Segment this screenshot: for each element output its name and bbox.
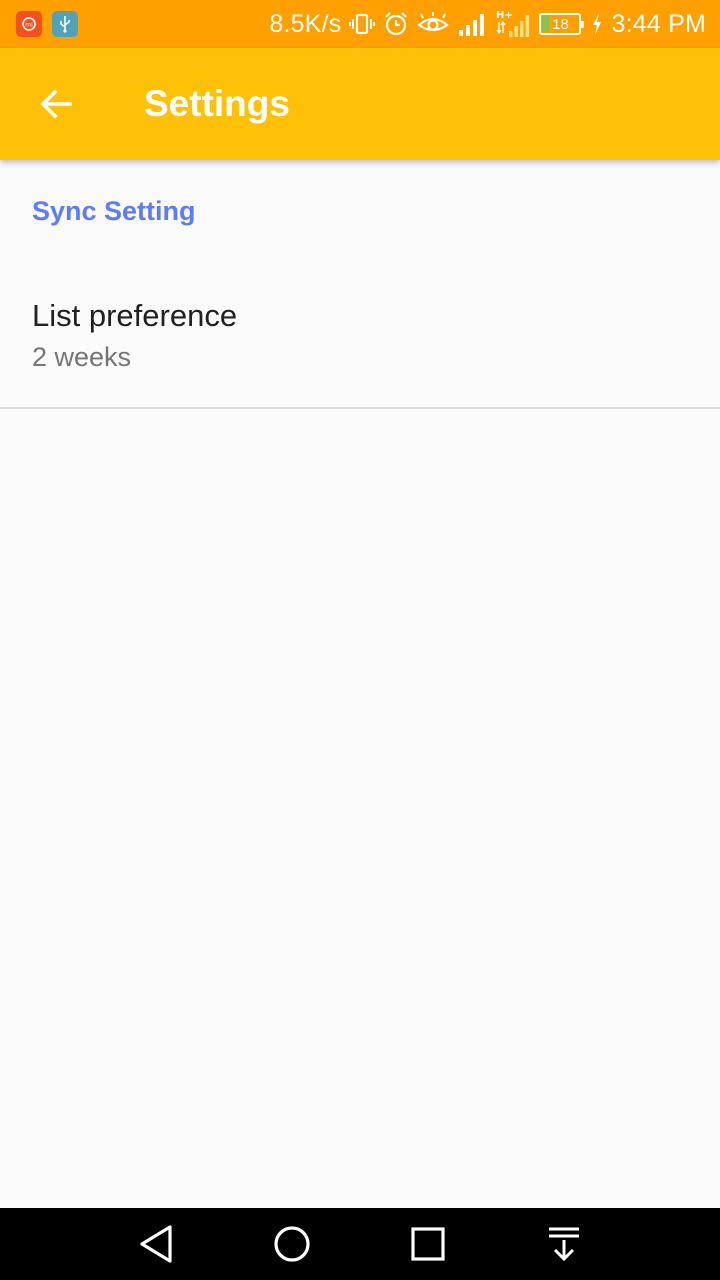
vibrate-icon bbox=[349, 11, 376, 37]
back-triangle-icon bbox=[140, 1225, 172, 1263]
alarm-icon bbox=[383, 11, 409, 37]
page-title: Settings bbox=[144, 83, 290, 124]
nav-notification-button[interactable] bbox=[524, 1208, 604, 1280]
battery-icon: 18 bbox=[539, 13, 585, 35]
nav-back-button[interactable] bbox=[116, 1208, 196, 1280]
preference-title: List preference bbox=[32, 298, 238, 333]
battery-level: 18 bbox=[552, 15, 569, 33]
home-circle-icon bbox=[274, 1226, 310, 1262]
charging-icon bbox=[591, 12, 603, 36]
mi-app-icon: mi bbox=[16, 11, 42, 37]
app-bar: Settings bbox=[0, 48, 720, 160]
network-type-text: H+ bbox=[496, 10, 513, 21]
battery-fill bbox=[542, 16, 550, 32]
divider bbox=[0, 407, 720, 409]
nav-home-button[interactable] bbox=[252, 1208, 332, 1280]
notification-pull-icon bbox=[549, 1227, 579, 1262]
preference-summary: 2 weeks bbox=[32, 342, 132, 372]
svg-text:mi: mi bbox=[25, 22, 33, 29]
nav-recents-button[interactable] bbox=[388, 1208, 468, 1280]
status-bar-left: mi bbox=[16, 11, 78, 37]
category-title-sync: Sync Setting bbox=[32, 196, 196, 226]
recents-square-icon bbox=[411, 1227, 445, 1261]
status-bar: mi 8.5K/s H+ 18 3:44 PM bbox=[0, 0, 720, 48]
navigation-bar bbox=[0, 1208, 720, 1280]
usb-icon bbox=[52, 11, 78, 37]
status-bar-right: 8.5K/s H+ 18 3:44 PM bbox=[269, 9, 706, 39]
eye-comfort-icon bbox=[417, 11, 450, 37]
network-speed: 8.5K/s bbox=[269, 9, 342, 38]
clock: 3:44 PM bbox=[611, 9, 706, 38]
back-button[interactable] bbox=[28, 76, 84, 132]
signal-h-plus-icon: H+ bbox=[495, 9, 531, 39]
list-preference-item[interactable]: List preference 2 weeks bbox=[0, 270, 720, 408]
settings-list[interactable]: Sync Setting List preference 2 weeks bbox=[0, 160, 720, 1208]
signal-icon bbox=[457, 11, 487, 37]
arrow-back-icon bbox=[40, 89, 72, 119]
